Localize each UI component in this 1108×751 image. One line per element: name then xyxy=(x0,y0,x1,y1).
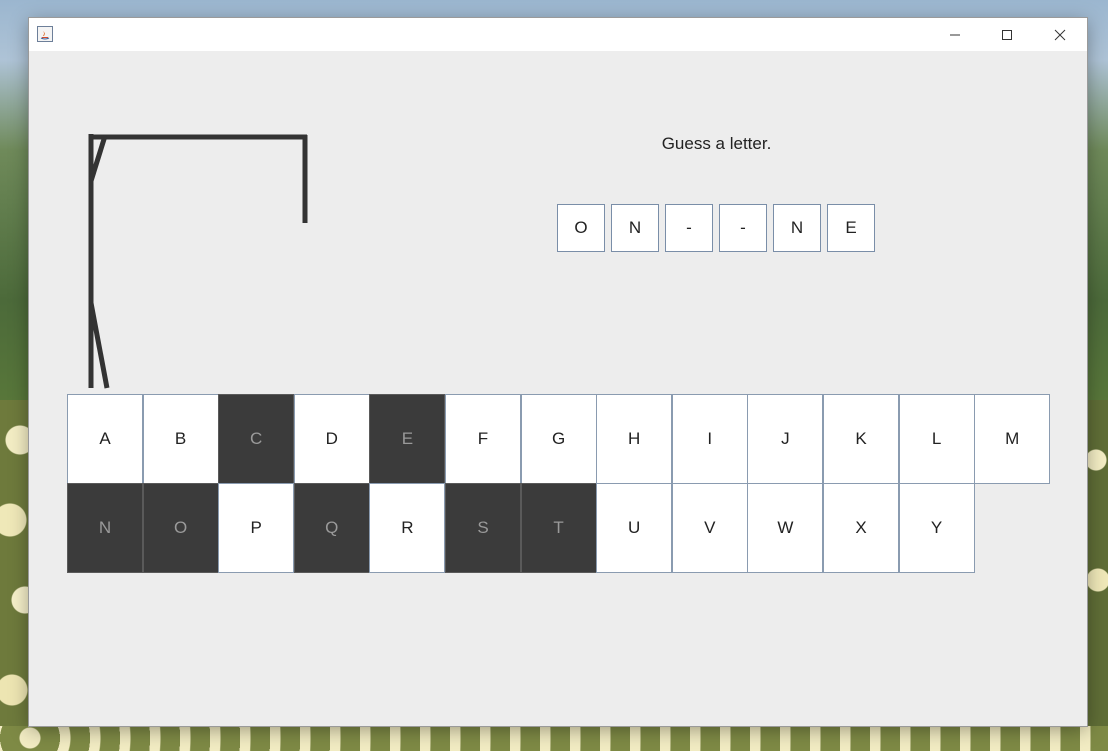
letter-key-r[interactable]: R xyxy=(369,483,446,573)
letter-key-b[interactable]: B xyxy=(142,394,219,484)
word-letter-box: O xyxy=(557,204,605,252)
letter-key-l[interactable]: L xyxy=(898,394,975,484)
letter-key-j[interactable]: J xyxy=(747,394,824,484)
letter-key-w[interactable]: W xyxy=(747,483,824,573)
gallows-drawing xyxy=(88,134,308,389)
letter-key-o[interactable]: O xyxy=(142,483,219,573)
status-message: Guess a letter. xyxy=(661,134,772,153)
letter-key-g[interactable]: G xyxy=(520,394,597,484)
game-window: Guess a letter. ON--NE ABCDEFGHIJKLMNOPQ… xyxy=(29,18,1087,726)
letter-key-v[interactable]: V xyxy=(671,483,748,573)
letter-key-i[interactable]: I xyxy=(671,394,748,484)
desktop-background-bottom xyxy=(0,726,1108,751)
word-letter-box: - xyxy=(665,204,713,252)
desktop-background-right xyxy=(1086,400,1108,751)
letter-key-m[interactable]: M xyxy=(974,394,1051,484)
letter-key-p[interactable]: P xyxy=(218,483,295,573)
letter-key-q[interactable]: Q xyxy=(293,483,370,573)
letter-key-t[interactable]: T xyxy=(520,483,597,573)
letter-key-f[interactable]: F xyxy=(445,394,521,484)
letter-key-u[interactable]: U xyxy=(596,483,673,573)
word-letter-box: N xyxy=(611,204,659,252)
word-letter-box: N xyxy=(773,204,821,252)
letter-key-n[interactable]: N xyxy=(67,483,143,573)
letter-key-s[interactable]: S xyxy=(445,483,521,573)
word-letter-box: E xyxy=(827,204,875,252)
letter-key-x[interactable]: X xyxy=(823,483,899,573)
letter-key-a[interactable]: A xyxy=(67,394,143,484)
letter-key-h[interactable]: H xyxy=(596,394,673,484)
letter-key-y[interactable]: Y xyxy=(898,483,975,573)
word-letter-box: - xyxy=(719,204,767,252)
letter-key-e[interactable]: E xyxy=(369,394,446,484)
letter-key-c[interactable]: C xyxy=(218,394,295,484)
letter-key-d[interactable]: D xyxy=(293,394,370,484)
letter-key-k[interactable]: K xyxy=(823,394,899,484)
